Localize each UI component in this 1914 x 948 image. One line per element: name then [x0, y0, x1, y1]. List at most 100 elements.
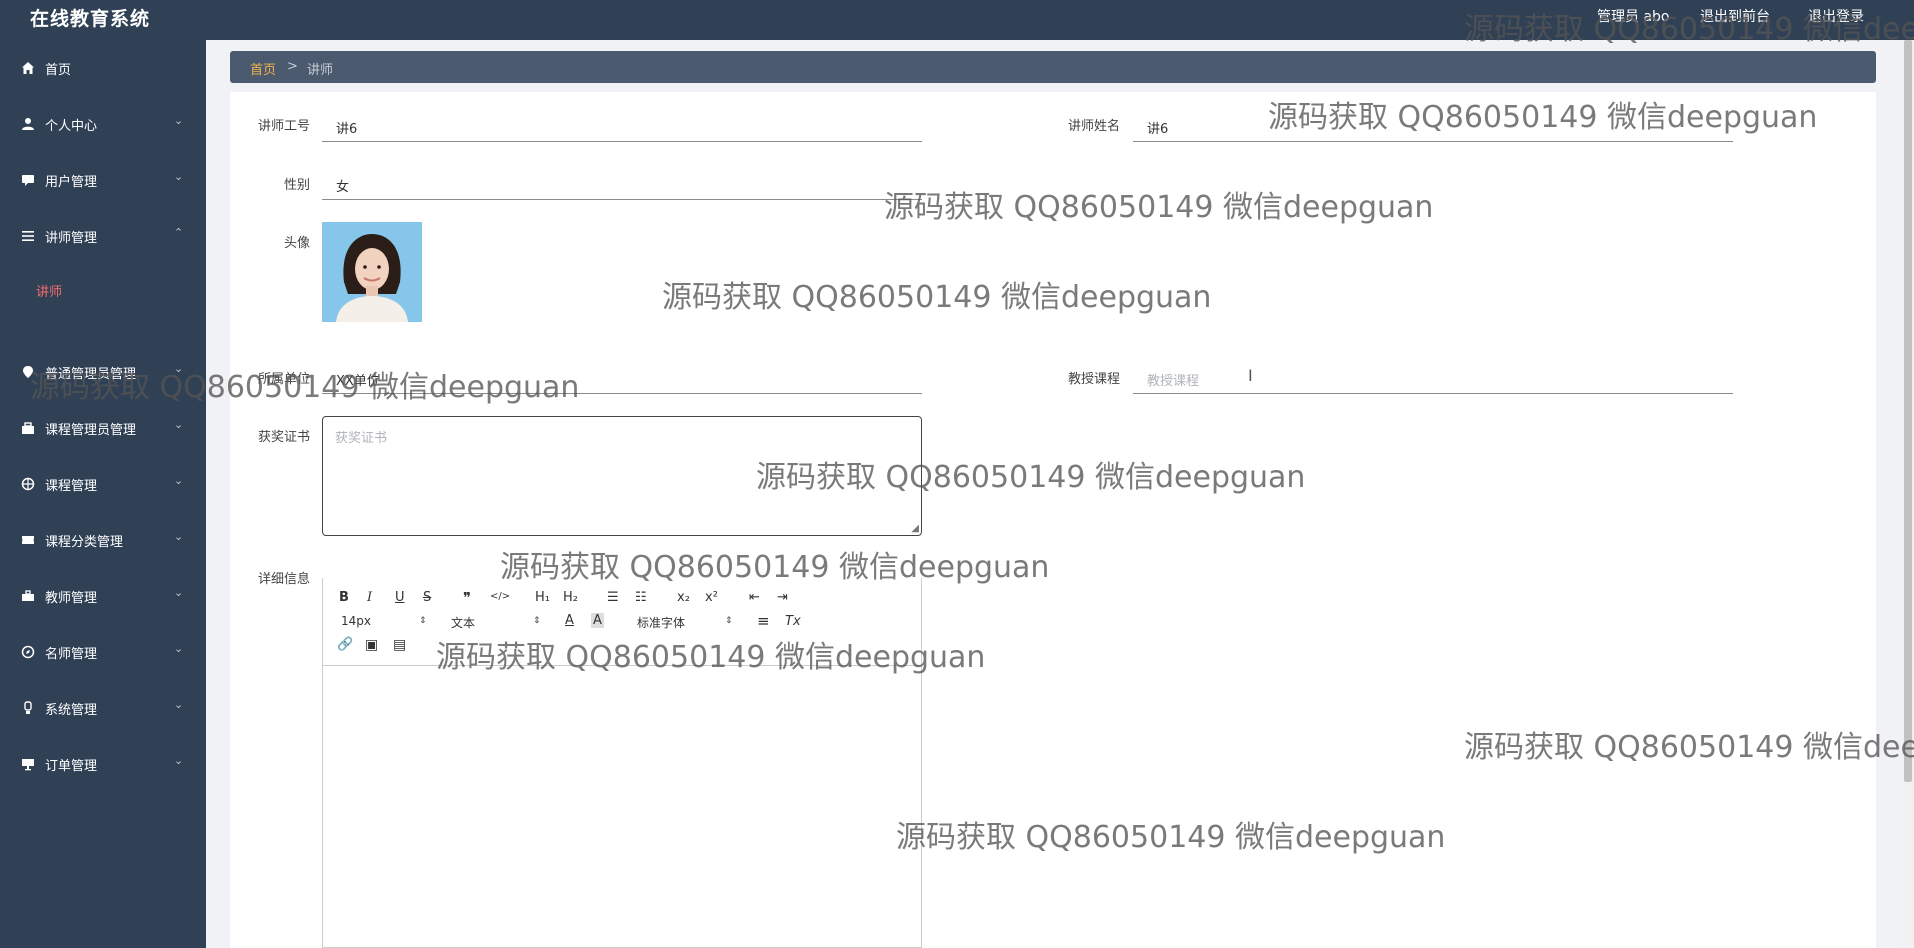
scrollbar-thumb[interactable]	[1904, 40, 1912, 782]
chevron-down-icon: ⌄	[174, 586, 184, 599]
select-arrow-icon: ⇕	[725, 616, 733, 626]
sidebar-item-teacher-management[interactable]: 讲师管理 ⌃	[0, 208, 206, 264]
editor-content-area[interactable]	[323, 666, 921, 946]
sidebar: 首页 个人中心 ⌄ 用户管理 ⌄ 讲师管理 ⌃ 讲师 普通管理员管理 ⌄ 课程管…	[0, 40, 206, 948]
page-scrollbar[interactable]	[1902, 40, 1914, 948]
font-size-value: 14px	[341, 614, 371, 628]
sidebar-item-home[interactable]: 首页	[0, 40, 206, 96]
italic-button[interactable]: I	[367, 590, 372, 605]
editor-toolbar: B I U S ❞ </> H₁ H₂ ☰ ☷ x₂ x² ⇤ ⇥ 14px ⇕…	[323, 578, 921, 666]
sidebar-item-label: 课程管理员管理	[45, 423, 137, 438]
subscript-button[interactable]: x₂	[677, 590, 690, 605]
indent-button[interactable]: ⇥	[777, 590, 788, 605]
unit-label: 所属单位	[257, 372, 310, 387]
video-icon[interactable]: ▤	[393, 637, 406, 653]
sidebar-item-label: 教师管理	[45, 591, 98, 606]
chevron-down-icon: ⌄	[174, 642, 184, 655]
chevron-down-icon: ⌄	[174, 114, 184, 127]
compass-icon	[20, 644, 36, 660]
sidebar-item-famous-teacher-management[interactable]: 名师管理 ⌄	[0, 624, 206, 680]
chevron-down-icon: ⌄	[174, 474, 184, 487]
awards-textarea[interactable]: 获奖证书 ◢	[322, 416, 922, 536]
back-to-frontend-link[interactable]: 退出到前台	[1700, 6, 1770, 26]
select-arrow-icon: ⇕	[419, 616, 427, 626]
admin-user-label: 管理员 abo	[1597, 9, 1670, 25]
select-arrow-icon: ⇕	[533, 616, 541, 626]
font-size-select[interactable]: 14px ⇕	[341, 614, 427, 632]
breadcrumb-home-link[interactable]: 首页	[250, 59, 276, 78]
text-type-select[interactable]: 文本 ⇕	[451, 614, 541, 632]
sidebar-item-label: 名师管理	[45, 647, 98, 662]
code-block-button[interactable]: </>	[490, 591, 510, 602]
case-icon	[20, 420, 36, 436]
logout-link[interactable]: 退出登录	[1808, 6, 1864, 26]
chevron-up-icon: ⌃	[174, 226, 184, 239]
sidebar-item-user-management[interactable]: 用户管理 ⌄	[0, 152, 206, 208]
sidebar-item-order-management[interactable]: 订单管理 ⌄	[0, 736, 206, 792]
teacher-name-field[interactable]: 讲6	[1133, 106, 1733, 142]
background-color-button[interactable]: A	[591, 613, 604, 628]
awards-label: 获奖证书	[257, 430, 310, 445]
user-icon	[20, 116, 36, 132]
unit-field[interactable]: XX单位	[322, 358, 922, 394]
teacher-id-field[interactable]: 讲6	[322, 106, 922, 142]
chevron-down-icon: ⌄	[174, 362, 184, 375]
breadcrumb-separator: >	[287, 59, 298, 74]
chevron-down-icon: ⌄	[174, 698, 184, 711]
sidebar-item-label: 个人中心	[45, 119, 98, 134]
link-icon[interactable]: 🔗	[337, 637, 353, 652]
resize-grip-icon[interactable]: ◢	[911, 523, 919, 534]
bullet-list-button[interactable]: ☷	[635, 590, 647, 605]
heading2-button[interactable]: H₂	[563, 590, 578, 605]
ordered-list-button[interactable]: ☰	[607, 590, 619, 605]
align-button[interactable]: ≡	[757, 612, 770, 630]
rich-text-editor: B I U S ❞ </> H₁ H₂ ☰ ☷ x₂ x² ⇤ ⇥ 14px ⇕…	[322, 578, 922, 948]
gender-field[interactable]: 女	[322, 164, 922, 200]
sidebar-item-instructor-management[interactable]: 教师管理 ⌄	[0, 568, 206, 624]
breadcrumb-current: 讲师	[307, 63, 334, 78]
menu-icon	[20, 228, 36, 244]
sidebar-item-course-category-management[interactable]: 课程分类管理 ⌄	[0, 512, 206, 568]
home-icon	[20, 60, 36, 76]
app-title: 在线教育系统	[30, 8, 151, 30]
image-icon[interactable]: ▣	[365, 637, 378, 653]
sidebar-item-admin-management[interactable]: 普通管理员管理 ⌄	[0, 344, 206, 400]
sidebar-item-personal-center[interactable]: 个人中心 ⌄	[0, 96, 206, 152]
ticket-icon	[20, 532, 36, 548]
chevron-down-icon: ⌄	[174, 418, 184, 431]
course-input[interactable]: 教授课程	[1133, 358, 1733, 394]
globe-icon	[20, 476, 36, 492]
sidebar-item-system-management[interactable]: 系统管理 ⌄	[0, 680, 206, 736]
course-label: 教授课程	[1067, 372, 1120, 387]
strike-button[interactable]: S	[423, 590, 431, 605]
font-family-select[interactable]: 标准字体 ⇕	[637, 614, 733, 632]
outdent-button[interactable]: ⇤	[749, 590, 760, 605]
sidebar-item-label: 系统管理	[45, 703, 98, 718]
details-label: 详细信息	[257, 572, 310, 587]
pin-icon	[20, 364, 36, 380]
sidebar-subitem-teacher[interactable]: 讲师	[36, 281, 62, 300]
text-color-button[interactable]: A	[565, 613, 574, 628]
heading1-button[interactable]: H₁	[535, 590, 550, 605]
chevron-down-icon: ⌄	[174, 530, 184, 543]
superscript-button[interactable]: x²	[705, 590, 718, 605]
sidebar-item-course-admin-management[interactable]: 课程管理员管理 ⌄	[0, 400, 206, 456]
top-bar: 在线教育系统 管理员 abo 退出到前台 退出登录	[0, 0, 1914, 40]
text-type-value: 文本	[451, 616, 476, 630]
underline-button[interactable]: U	[395, 590, 405, 605]
sidebar-item-label: 课程分类管理	[45, 535, 124, 550]
clear-format-button[interactable]: Tx	[785, 614, 801, 629]
sidebar-item-label: 课程管理	[45, 479, 98, 494]
gender-label: 性别	[283, 178, 310, 193]
avatar-label: 头像	[283, 236, 310, 251]
blockquote-button[interactable]: ❞	[463, 589, 471, 607]
bold-button[interactable]: B	[339, 590, 349, 605]
sidebar-item-label: 普通管理员管理	[45, 367, 137, 382]
sidebar-item-label: 首页	[45, 63, 72, 78]
sidebar-item-course-management[interactable]: 课程管理 ⌄	[0, 456, 206, 512]
teacher-name-label: 讲师姓名	[1067, 119, 1120, 134]
sidebar-item-label: 讲师管理	[45, 231, 98, 246]
teacher-id-label: 讲师工号	[257, 119, 310, 134]
bulb-icon	[20, 700, 36, 716]
avatar-image[interactable]	[322, 222, 422, 322]
